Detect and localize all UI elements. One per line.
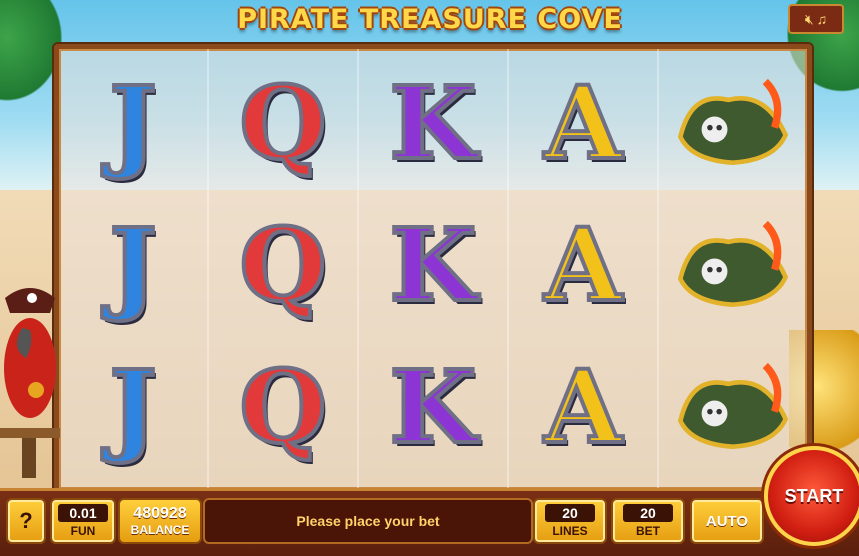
bet-button[interactable]: 20 BET (611, 498, 685, 544)
game-title: PIRATE TREASURE COVE (237, 4, 623, 35)
help-button[interactable]: ? (6, 498, 46, 544)
auto-button[interactable]: AUTO (690, 498, 764, 544)
reel-3: K K K (359, 49, 509, 489)
status-message: Please place your bet (203, 498, 533, 544)
pirate-hat-icon (673, 343, 793, 471)
pirate-hat-icon (673, 59, 793, 187)
music-note-icon: ♫ (816, 11, 828, 27)
balance-display: 480928 BALANCE (118, 498, 202, 544)
parrot-mascot (0, 288, 60, 478)
coin-label: FUN (70, 524, 96, 538)
symbol-q: Q (237, 206, 328, 324)
reels-frame: J J J Q Q Q K K K A A A (54, 44, 812, 494)
bet-label: BET (636, 524, 660, 538)
symbol-a: A (542, 64, 624, 182)
symbol-k: K (388, 348, 479, 466)
symbol-j: J (107, 64, 158, 182)
reel-2: Q Q Q (209, 49, 359, 489)
reel-5 (659, 49, 807, 489)
start-button[interactable]: START (764, 446, 859, 546)
sound-toggle[interactable]: 🔇︎ ♫ (788, 4, 844, 34)
bet-value: 20 (623, 504, 673, 522)
lines-button[interactable]: 20 LINES (533, 498, 607, 544)
lines-value: 20 (545, 504, 595, 522)
coin-value: 0.01 (58, 504, 108, 522)
balance-value: 480928 (133, 505, 187, 522)
balance-label: BALANCE (130, 523, 190, 537)
symbol-k: K (388, 64, 479, 182)
pirate-hat-icon (673, 201, 793, 329)
symbol-q: Q (237, 348, 328, 466)
symbol-a: A (542, 206, 624, 324)
reel-1: J J J (59, 49, 209, 489)
symbol-a: A (542, 348, 624, 466)
reel-4: A A A (509, 49, 659, 489)
symbol-q: Q (237, 64, 328, 182)
symbol-k: K (388, 206, 479, 324)
symbol-j: J (107, 348, 158, 466)
symbol-j: J (107, 206, 158, 324)
lines-label: LINES (552, 524, 588, 538)
coin-value-button[interactable]: 0.01 FUN (50, 498, 116, 544)
speaker-mute-icon: 🔇︎ (804, 10, 814, 27)
